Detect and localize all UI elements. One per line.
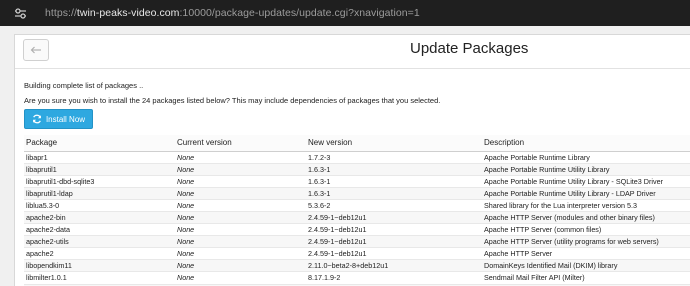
- package-name-cell: apache2: [24, 247, 175, 261]
- arrow-left-icon: [30, 41, 42, 59]
- current-version-cell: None: [175, 163, 306, 176]
- description-cell: Sendmail Mail Filter API (Milter): [482, 271, 690, 285]
- site-settings-icon[interactable]: [13, 6, 27, 20]
- confirm-message: Are you sure you wish to install the 24 …: [24, 96, 441, 105]
- column-header-current-version: Current version: [175, 135, 306, 152]
- table-row: apache2-bin None 2.4.59-1~deb12u1 Apache HT…: [24, 211, 690, 225]
- description-cell: Apache Portable Runtime Utility Library …: [482, 175, 690, 188]
- url-path: :10000/package-updates/update.cgi?xnavig…: [179, 7, 420, 19]
- table-header-row: Package Current version New version Desc…: [24, 135, 690, 152]
- url-field[interactable]: https://twin-peaks-video.com:10000/packa…: [45, 7, 420, 19]
- back-button[interactable]: [23, 39, 49, 61]
- new-version-cell: 2.4.59-1~deb12u1: [306, 223, 482, 237]
- new-version-cell: 2.4.59-1~deb12u1: [306, 235, 482, 249]
- page-title: Update Packages: [410, 40, 529, 57]
- description-cell: Apache Portable Runtime Library: [482, 151, 690, 164]
- current-version-cell: None: [175, 247, 306, 261]
- column-header-new-version: New version: [306, 135, 482, 152]
- current-version-cell: None: [175, 235, 306, 249]
- new-version-cell: 8.17.1.9-2: [306, 271, 482, 285]
- panel-header: Update Packages: [15, 35, 690, 69]
- browser-address-bar: https://twin-peaks-video.com:10000/packa…: [0, 0, 690, 26]
- new-version-cell: 5.3.6-2: [306, 199, 482, 212]
- table-row: apache2-utils None 2.4.59-1~deb12u1 Apache …: [24, 235, 690, 249]
- table-row: apache2 None 2.4.59-1~deb12u1 Apache HTTP S…: [24, 247, 690, 261]
- description-cell: DomainKeys Identified Mail (DKIM) librar…: [482, 259, 690, 273]
- table-row: libapr1 None 1.7.2-3 Apache Portable Runtim…: [24, 151, 690, 164]
- new-version-cell: 2.11.0~beta2-8+deb12u1: [306, 259, 482, 273]
- current-version-cell: None: [175, 271, 306, 285]
- column-header-description: Description: [482, 135, 690, 152]
- description-cell: Shared library for the Lua interpreter v…: [482, 199, 690, 212]
- description-cell: Apache Portable Runtime Utility Library …: [482, 187, 690, 200]
- package-name-cell: libaprutil1: [24, 163, 175, 176]
- package-name-cell: apache2-bin: [24, 211, 175, 225]
- description-cell: Apache HTTP Server (modules and other bi…: [482, 211, 690, 225]
- packages-table: Package Current version New version Desc…: [24, 135, 690, 286]
- package-name-cell: libmilter1.0.1: [24, 271, 175, 285]
- table-row: apache2-data None 2.4.59-1~deb12u1 Apache H…: [24, 223, 690, 237]
- table-row: libaprutil1-dbd-sqlite3 None 1.6.3-1 Apache…: [24, 175, 690, 188]
- install-now-button[interactable]: Install Now: [24, 109, 93, 129]
- table-row: libmilter1.0.1 None 8.17.1.9-2 Sendmail Mai…: [24, 271, 690, 285]
- current-version-cell: None: [175, 259, 306, 273]
- table-row: libaprutil1 None 1.6.3-1 Apache Portable Ru…: [24, 163, 690, 176]
- table-row: libaprutil1-ldap None 1.6.3-1 Apache Portab…: [24, 187, 690, 200]
- current-version-cell: None: [175, 187, 306, 200]
- new-version-cell: 1.6.3-1: [306, 187, 482, 200]
- sync-icon: [32, 114, 42, 124]
- new-version-cell: 2.4.59-1~deb12u1: [306, 247, 482, 261]
- table-row: libopendkim11 None 2.11.0~beta2-8+deb12u1 D…: [24, 259, 690, 273]
- package-name-cell: liblua5.3-0: [24, 199, 175, 212]
- package-name-cell: libaprutil1-dbd-sqlite3: [24, 175, 175, 188]
- packages-table-body: libapr1 None 1.7.2-3 Apache Portable Runtim…: [24, 151, 690, 286]
- url-scheme: https://: [45, 7, 77, 19]
- new-version-cell: 1.7.2-3: [306, 151, 482, 164]
- package-name-cell: apache2-utils: [24, 235, 175, 249]
- package-name-cell: libapr1: [24, 151, 175, 164]
- description-cell: Apache HTTP Server (common files): [482, 223, 690, 237]
- description-cell: Apache HTTP Server (utility programs for…: [482, 235, 690, 249]
- current-version-cell: None: [175, 151, 306, 164]
- package-name-cell: libopendkim11: [24, 259, 175, 273]
- page-frame: Update Packages Building complete list o…: [0, 26, 690, 286]
- table-row: liblua5.3-0 None 5.3.6-2 Shared library for…: [24, 199, 690, 212]
- description-cell: Apache Portable Runtime Utility Library: [482, 163, 690, 176]
- current-version-cell: None: [175, 199, 306, 212]
- description-cell: Apache HTTP Server: [482, 247, 690, 261]
- new-version-cell: 2.4.59-1~deb12u1: [306, 211, 482, 225]
- current-version-cell: None: [175, 175, 306, 188]
- new-version-cell: 1.6.3-1: [306, 175, 482, 188]
- current-version-cell: None: [175, 223, 306, 237]
- current-version-cell: None: [175, 211, 306, 225]
- url-host: twin-peaks-video.com: [76, 7, 180, 19]
- install-button-label: Install Now: [45, 114, 86, 124]
- package-name-cell: libaprutil1-ldap: [24, 187, 175, 200]
- package-name-cell: apache2-data: [24, 223, 175, 237]
- content-panel: Update Packages Building complete list o…: [14, 34, 690, 286]
- column-header-package: Package: [24, 135, 175, 152]
- status-message: Building complete list of packages ..: [24, 81, 144, 90]
- new-version-cell: 1.6.3-1: [306, 163, 482, 176]
